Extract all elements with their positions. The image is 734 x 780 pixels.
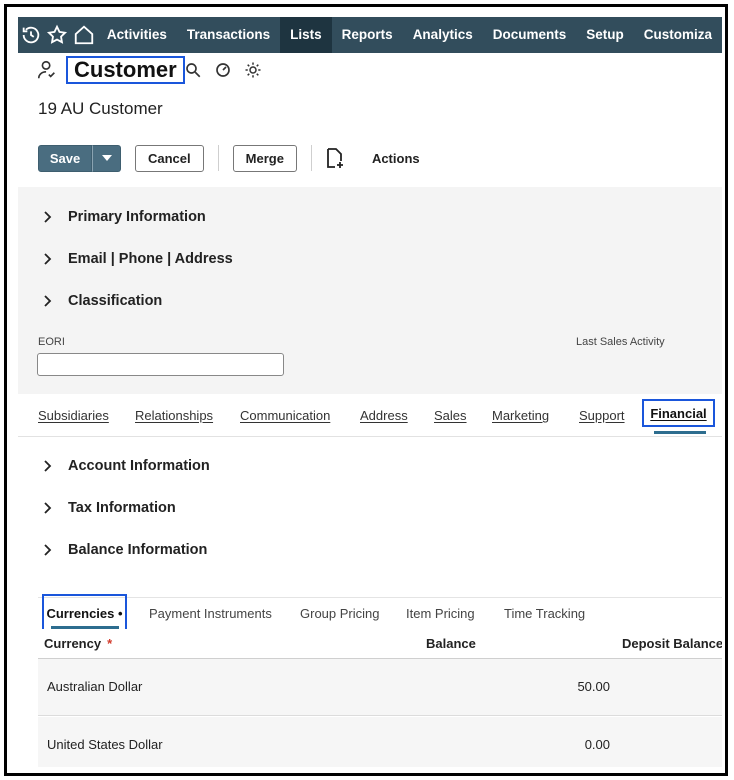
record-main-body: Primary Information Email | Phone | Addr… — [18, 187, 722, 394]
section-label: Primary Information — [68, 209, 206, 225]
search-icon[interactable] — [184, 61, 202, 79]
tab-relationships[interactable]: Relationships — [135, 408, 213, 423]
chevron-right-icon — [44, 253, 52, 265]
chevron-right-icon — [44, 502, 52, 514]
currency-cell: United States Dollar — [47, 737, 163, 752]
nav-activities[interactable]: Activities — [97, 17, 177, 53]
table-row[interactable]: Australian Dollar 50.00 — [38, 659, 722, 716]
balance-cell: 0.00 — [584, 737, 610, 752]
tab-payment-instruments[interactable]: Payment Instruments — [149, 606, 272, 621]
table-row[interactable]: United States Dollar 0.00 — [38, 717, 722, 767]
column-header-deposit-balance[interactable]: Deposit Balance — [622, 636, 722, 651]
column-header-balance[interactable]: Balance — [426, 636, 476, 651]
cancel-button[interactable]: Cancel — [135, 144, 204, 172]
actions-menu[interactable]: Actions — [372, 151, 420, 166]
tab-marketing[interactable]: Marketing — [492, 408, 549, 423]
eori-field[interactable] — [37, 353, 284, 376]
required-marker: * — [107, 636, 113, 651]
section-tax-information[interactable]: Tax Information — [42, 500, 176, 516]
section-label: Tax Information — [68, 500, 176, 516]
toolbar-divider — [217, 145, 219, 171]
star-icon[interactable] — [44, 17, 70, 53]
financial-inner-tabs: Currencies • Payment Instruments Group P… — [38, 594, 722, 632]
active-tab-indicator — [654, 431, 706, 434]
screenshot-frame: Activities Transactions Lists Reports An… — [4, 4, 728, 776]
tab-sales[interactable]: Sales — [434, 408, 467, 423]
top-navigation: Activities Transactions Lists Reports An… — [18, 17, 722, 53]
recent-records-icon[interactable] — [18, 17, 44, 53]
section-account-information[interactable]: Account Information — [42, 458, 210, 474]
nav-setup[interactable]: Setup — [576, 17, 634, 53]
section-primary-information[interactable]: Primary Information — [42, 209, 206, 225]
new-document-icon[interactable] — [326, 148, 344, 168]
nav-reports[interactable]: Reports — [332, 17, 403, 53]
action-toolbar: Save Cancel Merge Actions — [38, 144, 420, 172]
column-header-label: Currency — [44, 636, 102, 651]
tab-support[interactable]: Support — [579, 408, 625, 423]
save-options-button[interactable] — [92, 144, 121, 172]
section-label: Balance Information — [68, 542, 208, 558]
tab-subsidiaries[interactable]: Subsidiaries — [38, 408, 109, 423]
sun-icon[interactable] — [244, 61, 262, 79]
currencies-table-header: Currency * Balance Deposit Balance — [38, 629, 722, 659]
section-label: Email | Phone | Address — [68, 251, 233, 267]
toolbar-divider — [310, 145, 312, 171]
tab-group-pricing[interactable]: Group Pricing — [300, 606, 379, 621]
record-header: Customer 19 AU Customer Save Cancel Merg… — [18, 53, 722, 187]
home-icon[interactable] — [71, 17, 97, 53]
save-button[interactable]: Save — [38, 144, 92, 172]
section-label: Account Information — [68, 458, 210, 474]
dashboard-gauge-icon[interactable] — [214, 61, 232, 79]
tab-time-tracking[interactable]: Time Tracking — [504, 606, 585, 621]
nav-documents[interactable]: Documents — [483, 17, 577, 53]
currency-cell: Australian Dollar — [47, 679, 143, 694]
caret-down-icon — [101, 155, 112, 161]
customer-record-icon — [37, 60, 55, 79]
record-subtabs: Subsidiaries Relationships Communication… — [18, 394, 722, 437]
nav-customization[interactable]: Customiza — [634, 17, 722, 53]
chevron-right-icon — [44, 544, 52, 556]
chevron-right-icon — [44, 211, 52, 223]
last-sales-activity-label: Last Sales Activity — [576, 336, 665, 348]
tab-communication[interactable]: Communication — [240, 408, 330, 423]
record-name: 19 AU Customer — [38, 99, 163, 118]
section-email-phone-address[interactable]: Email | Phone | Address — [42, 251, 233, 267]
app-window: Activities Transactions Lists Reports An… — [18, 17, 722, 767]
section-classification[interactable]: Classification — [42, 293, 162, 309]
chevron-right-icon — [44, 295, 52, 307]
tab-address[interactable]: Address — [360, 408, 408, 423]
nav-lists[interactable]: Lists — [280, 17, 332, 53]
section-balance-information[interactable]: Balance Information — [42, 542, 207, 558]
nav-transactions[interactable]: Transactions — [177, 17, 280, 53]
tab-item-pricing[interactable]: Item Pricing — [406, 606, 475, 621]
tab-financial[interactable]: Financial — [642, 399, 715, 427]
nav-analytics[interactable]: Analytics — [403, 17, 483, 53]
merge-button[interactable]: Merge — [232, 144, 297, 172]
column-header-currency[interactable]: Currency * — [44, 636, 112, 651]
chevron-right-icon — [44, 460, 52, 472]
balance-cell: 50.00 — [577, 679, 610, 694]
eori-label: EORI — [38, 336, 65, 348]
page-title: Customer — [66, 56, 185, 84]
section-label: Classification — [68, 293, 163, 309]
